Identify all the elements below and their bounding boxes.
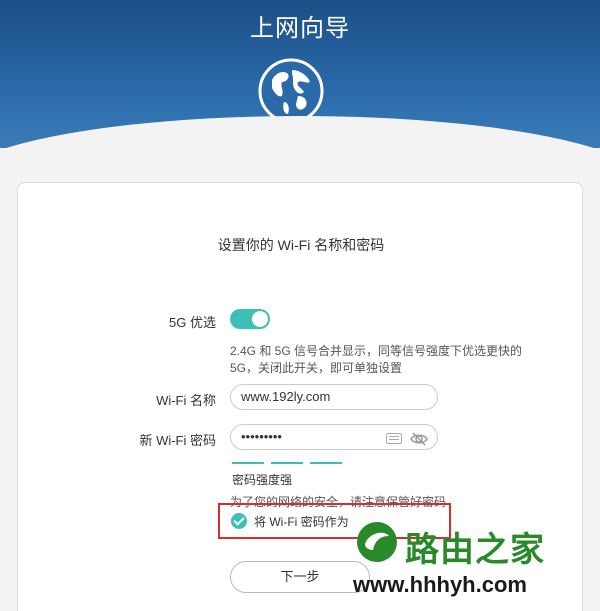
- wifi-password-input[interactable]: •••••••••: [230, 424, 438, 450]
- wifi-name-label: Wi-Fi 名称: [156, 393, 216, 408]
- strength-bar-1: [232, 462, 264, 464]
- watermark-url: www.hhhyh.com: [353, 572, 527, 597]
- wifi-password-label: 新 Wi-Fi 密码: [139, 433, 216, 448]
- page-title: 上网向导: [250, 15, 350, 42]
- card-title: 设置你的 Wi-Fi 名称和密码: [217, 237, 385, 253]
- leaf-logo-icon: [357, 522, 397, 562]
- band-steering-description: 2.4G 和 5G 信号合并显示，同等信号强度下优选更快的5G，关闭此开关，即可…: [230, 344, 523, 375]
- toggle-knob: [252, 311, 268, 327]
- band-steering-toggle[interactable]: [230, 309, 270, 329]
- strength-bar-2: [271, 462, 303, 464]
- header-banner: 上网向导: [0, 0, 600, 148]
- globe-icon: [258, 58, 324, 124]
- band-steering-label: 5G 优选: [169, 315, 216, 330]
- site-watermark: 路由之家 www.hhhyh.com: [345, 512, 600, 611]
- eye-icon[interactable]: [409, 429, 429, 449]
- watermark-title: 路由之家: [405, 531, 545, 569]
- password-strength-label: 密码强度强: [232, 473, 293, 487]
- checkbox-checked-icon[interactable]: [231, 513, 247, 529]
- keyboard-icon[interactable]: [386, 433, 402, 444]
- checkbox-label: 将 Wi-Fi 密码作为: [254, 515, 349, 529]
- wifi-name-input[interactable]: www.192ly.com: [230, 384, 438, 410]
- strength-bar-3: [310, 462, 342, 464]
